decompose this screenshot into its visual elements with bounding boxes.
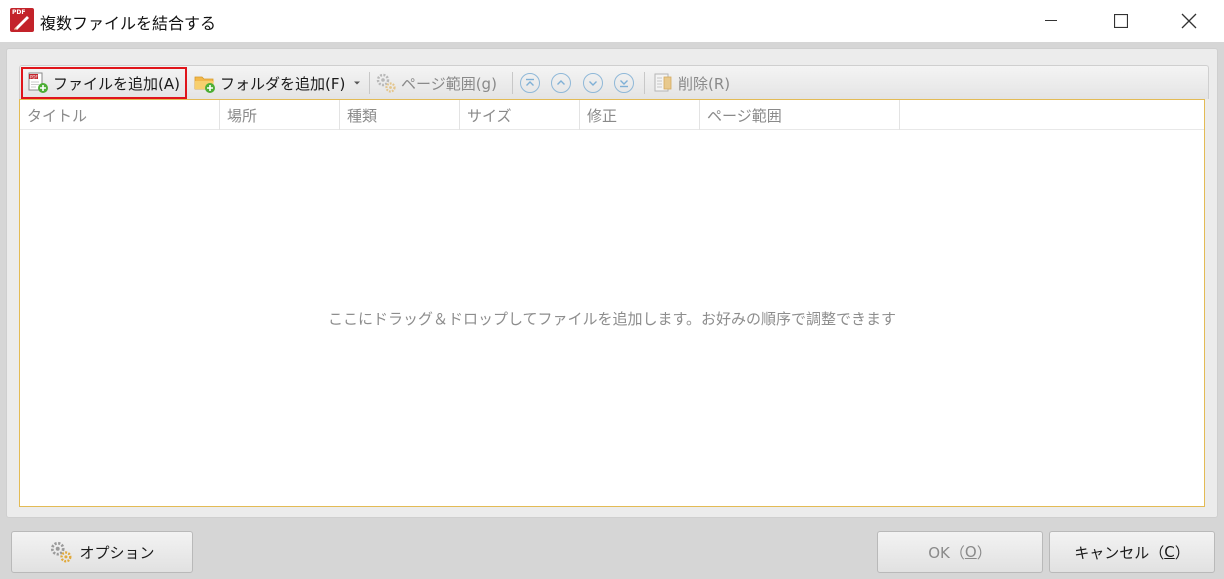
empty-list-message: ここにドラッグ＆ドロップしてファイルを追加します。お好みの順序で調整できます [327, 310, 897, 328]
window-title: 複数ファイルを結合する [40, 14, 217, 33]
minimize-icon [1045, 20, 1057, 21]
options-button[interactable]: オプション [11, 531, 193, 573]
delete-button[interactable]: 削除(R) [652, 69, 744, 97]
ok-accelerator-key: O [964, 543, 977, 561]
minimize-button[interactable] [1016, 0, 1086, 42]
delete-label: 削除(R) [678, 74, 731, 93]
options-label: オプション [79, 543, 155, 562]
move-bottom-icon [620, 80, 628, 88]
column-header-type[interactable]: 種類 [340, 100, 460, 130]
ok-button[interactable]: OK（ O） [877, 531, 1043, 573]
add-folder-icon [194, 76, 215, 93]
column-header-title[interactable]: タイトル [20, 100, 220, 130]
move-bottom-button[interactable] [614, 73, 634, 93]
add-file-label: ファイルを追加(A) [53, 74, 180, 93]
column-header-page-range[interactable]: ページ範囲 [700, 100, 900, 130]
cancel-accelerator-key: C [1164, 543, 1175, 561]
dropdown-arrow-icon[interactable] [353, 80, 361, 86]
add-folder-button[interactable]: フォルダを追加(F) [194, 69, 364, 97]
column-header-modified[interactable]: 修正 [580, 100, 700, 130]
toolbar-separator [644, 72, 645, 94]
column-header-size[interactable]: サイズ [460, 100, 580, 130]
gears-icon [376, 73, 396, 93]
delete-list-icon [654, 73, 672, 92]
close-icon [1181, 13, 1197, 29]
add-pdf-file-icon: PDF [28, 72, 48, 93]
move-up-button[interactable] [551, 73, 571, 93]
maximize-button[interactable] [1086, 0, 1156, 42]
add-folder-label: フォルダを追加(F) [220, 74, 346, 93]
move-down-button[interactable] [583, 73, 603, 93]
cancel-label-prefix: キャンセル（ [1074, 543, 1165, 562]
toolbar-separator [369, 72, 370, 94]
cancel-button[interactable]: キャンセル（ C） [1049, 531, 1215, 573]
file-list[interactable]: タイトル 場所 種類 サイズ 修正 ページ範囲 ここにドラッグ＆ドロップしてファ… [19, 99, 1205, 507]
gears-icon [51, 541, 72, 563]
close-button[interactable] [1154, 0, 1224, 42]
pdf-app-icon: PDF [10, 8, 34, 32]
move-up-icon [557, 80, 565, 85]
move-top-button[interactable] [520, 73, 540, 93]
move-down-icon [589, 81, 597, 86]
svg-text:PDF: PDF [30, 74, 38, 79]
toolbar: PDF ファイルを追加(A) フォルダを追加(F) ページ範囲(g) 削除(R) [19, 65, 1209, 99]
add-file-button[interactable]: PDF ファイルを追加(A) [21, 67, 187, 99]
page-range-label: ページ範囲(g) [401, 74, 497, 93]
ok-label-prefix: OK（ [928, 543, 965, 562]
ok-label-suffix: ） [976, 543, 992, 562]
list-header: タイトル 場所 種類 サイズ 修正 ページ範囲 [20, 100, 1204, 130]
column-header-location[interactable]: 場所 [220, 100, 340, 130]
title-bar: PDF 複数ファイルを結合する [0, 0, 1224, 42]
toolbar-separator [512, 72, 513, 94]
maximize-icon [1114, 14, 1128, 28]
cancel-label-suffix: ） [1174, 543, 1190, 562]
main-panel: PDF ファイルを追加(A) フォルダを追加(F) ページ範囲(g) 削除(R)… [6, 48, 1218, 518]
page-range-button[interactable]: ページ範囲(g) [375, 69, 507, 97]
move-top-icon [526, 78, 534, 86]
